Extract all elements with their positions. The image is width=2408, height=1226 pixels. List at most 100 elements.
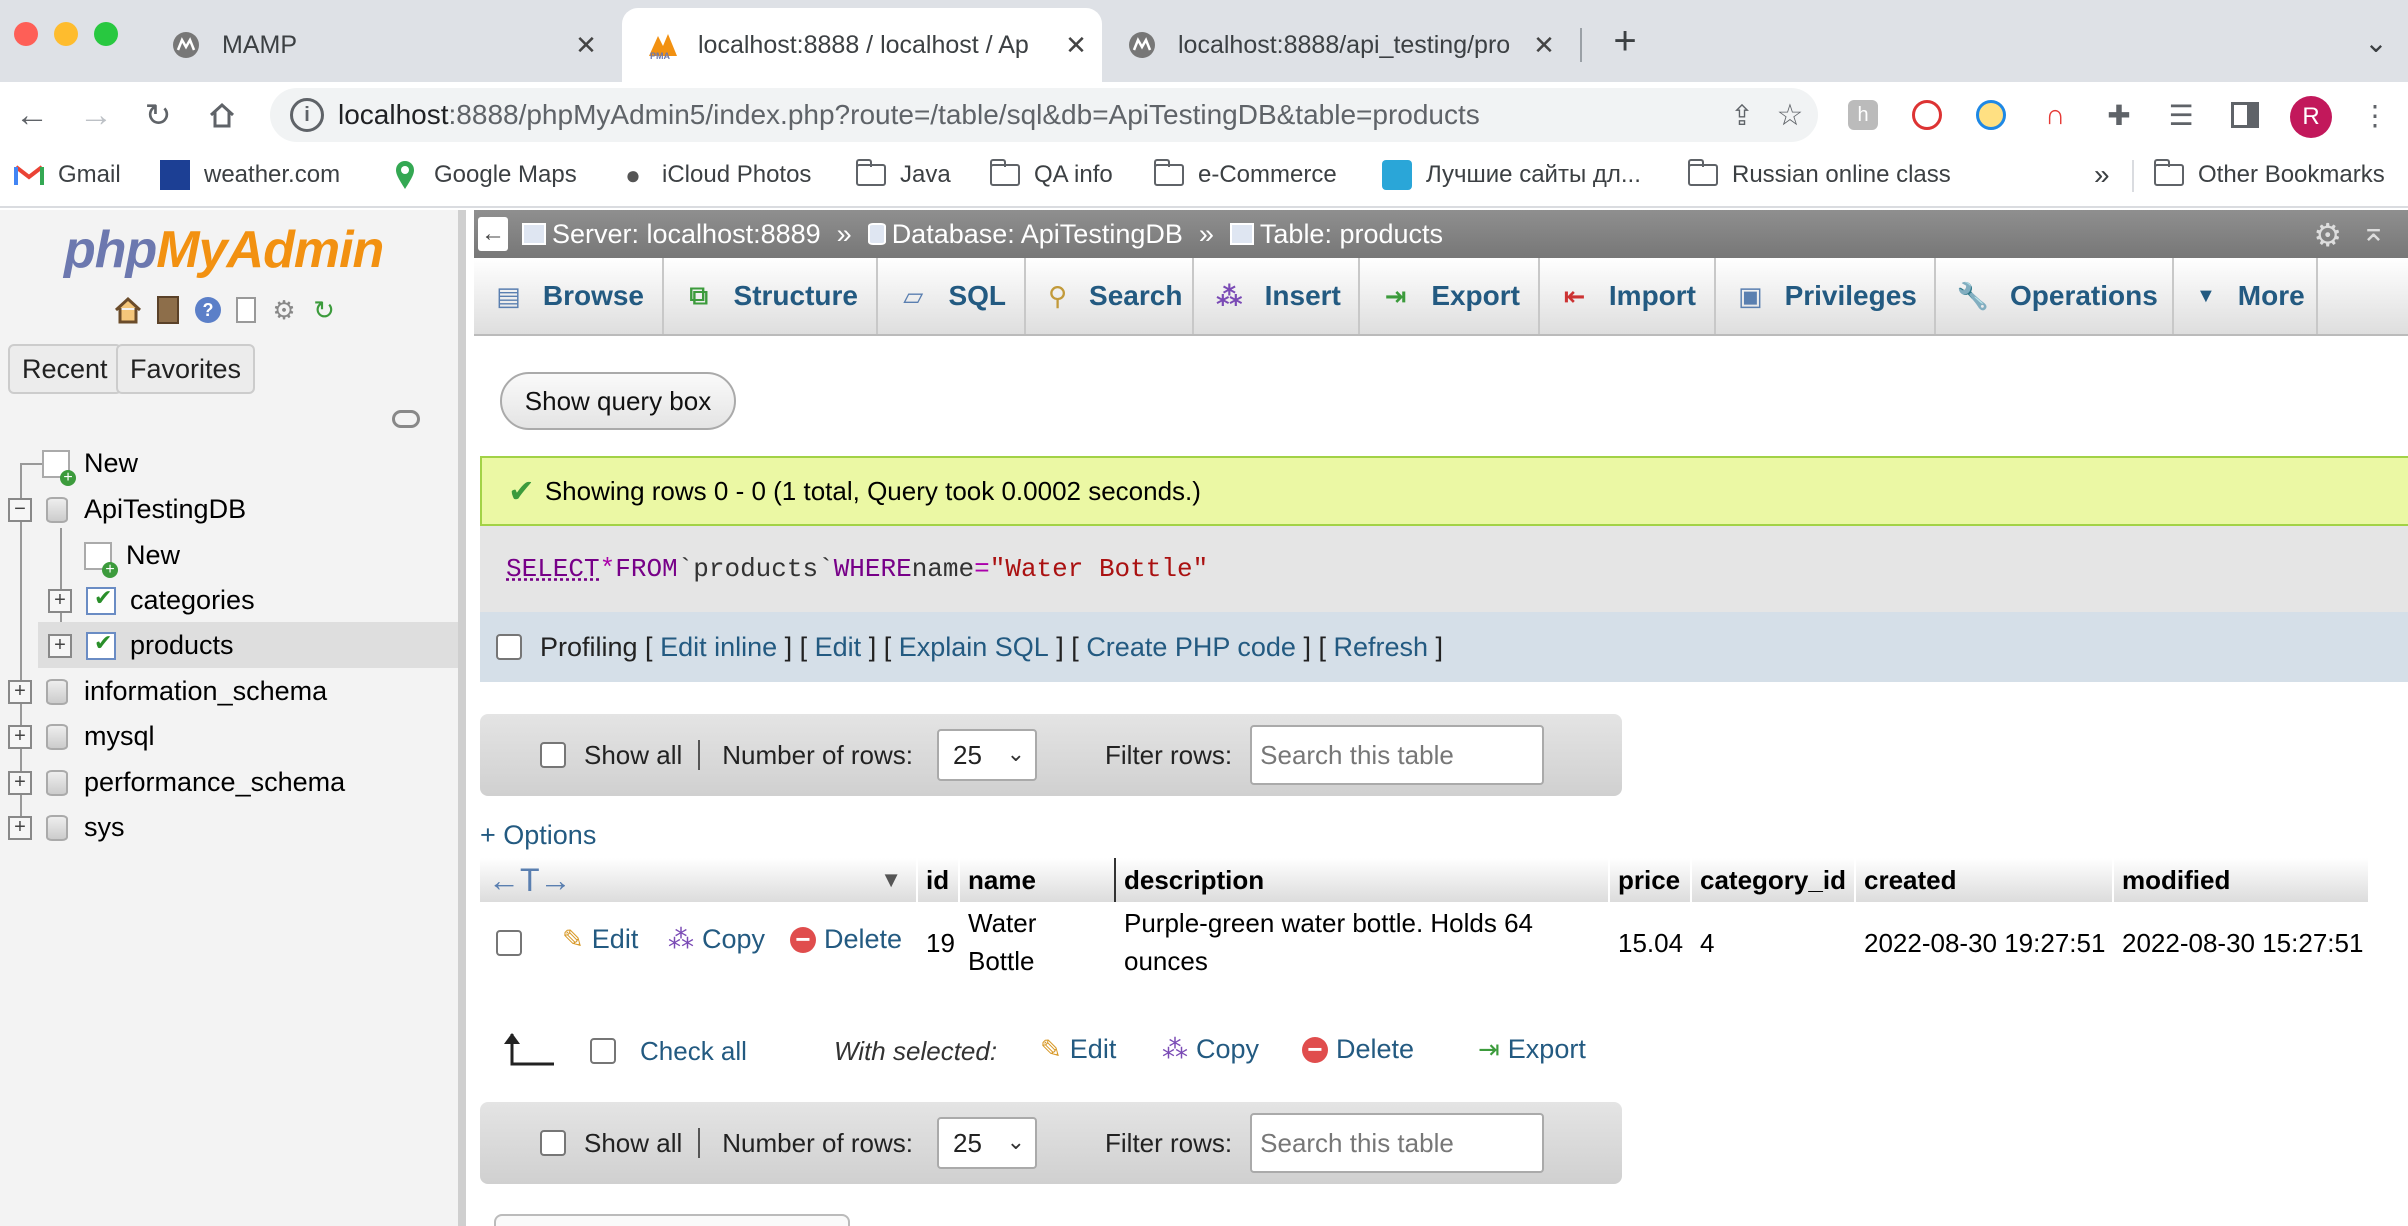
show-query-box-button[interactable]: Show query box [500, 372, 736, 430]
refresh-link[interactable]: Refresh [1333, 632, 1428, 663]
filter-rows-input[interactable]: Search this table [1250, 725, 1544, 785]
forward-arrow-icon[interactable]: → [70, 82, 122, 148]
cell-price[interactable]: 15.04 [1610, 924, 1683, 962]
home-icon[interactable] [112, 294, 144, 326]
cell-category-id[interactable]: 4 [1692, 924, 1714, 962]
rows-per-page-select[interactable]: 25 ⌄ [937, 1117, 1037, 1169]
breadcrumb-table[interactable]: Table: products [1230, 219, 1443, 250]
share-icon[interactable]: ⇪ [1722, 99, 1762, 132]
close-tab-icon[interactable]: ✕ [1058, 30, 1094, 61]
column-header-name[interactable]: name [960, 858, 1116, 902]
bulk-edit-button[interactable]: ✎ Edit [1040, 1034, 1116, 1065]
expand-icon[interactable]: + [8, 680, 32, 704]
tab-sql[interactable]: ▱ SQL [878, 258, 1026, 334]
tree-item-new[interactable]: New [42, 441, 138, 486]
expand-icon[interactable]: + [48, 634, 72, 658]
tab-operations[interactable]: 🔧 Operations [1936, 258, 2174, 334]
tab-search-chevron-icon[interactable]: ⌄ [2356, 22, 2396, 62]
favorite-tables-button[interactable]: Favorites [116, 344, 255, 394]
settings-gear-icon[interactable]: ⚙ [268, 294, 300, 326]
collapse-icon[interactable]: − [8, 498, 32, 522]
close-tab-icon[interactable]: ✕ [568, 30, 604, 61]
check-all-checkbox[interactable] [590, 1038, 616, 1064]
options-link[interactable]: + Options [480, 820, 596, 851]
cell-modified[interactable]: 2022-08-30 15:27:51 [2114, 924, 2363, 962]
bookmark-gmail[interactable]: Gmail [14, 148, 121, 202]
tab-structure[interactable]: ⧉ Structure [664, 258, 878, 334]
explain-sql-link[interactable]: Explain SQL [899, 632, 1049, 663]
show-all-checkbox[interactable] [540, 1130, 566, 1156]
tab-import[interactable]: ⇤ Import [1540, 258, 1716, 334]
address-bar[interactable]: i localhost:8888/phpMyAdmin5/index.php?r… [270, 88, 1818, 142]
edit-query-link[interactable]: Edit [815, 632, 862, 663]
cell-name-line1[interactable]: Water [960, 904, 1036, 942]
home-icon[interactable] [196, 82, 248, 148]
profiling-checkbox[interactable] [496, 634, 522, 660]
bookmark-weather[interactable]: weather.com [160, 148, 340, 202]
filter-rows-input[interactable]: Search this table [1250, 1113, 1544, 1173]
bookmark-star-icon[interactable]: ☆ [1762, 98, 1818, 133]
tab-api-testing[interactable]: localhost:8888/api_testing/pro ✕ [1116, 8, 1570, 82]
tree-item-performance-schema[interactable]: + performance_schema [8, 760, 345, 805]
logout-icon[interactable] [152, 294, 184, 326]
help-icon[interactable]: ? [192, 294, 224, 326]
breadcrumb-server[interactable]: Server: localhost:8889 [522, 219, 821, 250]
close-tab-icon[interactable]: ✕ [1526, 30, 1562, 61]
reload-icon[interactable]: ↻ [132, 82, 184, 148]
bulk-copy-button[interactable]: ⁂ Copy [1162, 1034, 1259, 1065]
browser-menu-icon[interactable]: ⋮ [2356, 96, 2394, 134]
expand-icon[interactable]: + [48, 589, 72, 613]
profile-avatar[interactable]: R [2290, 96, 2332, 138]
row-edit-link[interactable]: ✎ Edit [562, 924, 638, 955]
side-panel-icon[interactable] [2226, 96, 2264, 134]
sql-keyword-select[interactable]: SELECT [506, 554, 600, 584]
extension-h-icon[interactable]: h [1844, 96, 1882, 134]
link-with-main-panel-icon[interactable] [392, 410, 420, 428]
bookmark-google-maps[interactable]: Google Maps [390, 148, 577, 202]
reload-navigation-icon[interactable]: ↻ [308, 294, 340, 326]
breadcrumb-database[interactable]: Database: ApiTestingDB [868, 219, 1183, 250]
tab-insert[interactable]: ⁂ Insert [1194, 258, 1360, 334]
column-header-price[interactable]: price [1610, 858, 1692, 902]
bookmark-folder-russian-class[interactable]: Russian online class [1688, 148, 1951, 202]
cell-created[interactable]: 2022-08-30 19:27:51 [1856, 924, 2105, 962]
minimize-window-button[interactable] [54, 22, 78, 46]
collapse-navigation-arrow-icon[interactable]: ← [478, 217, 508, 251]
page-settings-gear-icon[interactable]: ⚙ [2313, 216, 2342, 254]
phpmyadmin-logo[interactable]: phpMyAdmin [64, 220, 383, 280]
expand-icon[interactable]: + [8, 771, 32, 795]
extension-magnet-icon[interactable]: ∩ [2036, 96, 2074, 134]
tree-item-products[interactable]: + products [48, 623, 234, 668]
cell-name-line2[interactable]: Bottle [960, 942, 1035, 980]
cell-id[interactable]: 19 [918, 924, 955, 962]
bulk-delete-button[interactable]: − Delete [1302, 1034, 1414, 1065]
tab-more[interactable]: ▼ More [2174, 258, 2318, 334]
column-header-description[interactable]: description [1116, 858, 1610, 902]
more-bookmarks-chevron[interactable]: » [2094, 148, 2110, 202]
tree-item-apitestingdb[interactable]: − ApiTestingDB [8, 487, 246, 532]
bulk-export-button[interactable]: ⇥ Export [1478, 1034, 1586, 1065]
documentation-icon[interactable] [230, 294, 262, 326]
tab-privileges[interactable]: ▣ Privileges [1716, 258, 1936, 334]
tree-item-categories[interactable]: + categories [48, 578, 255, 623]
sql-query-display[interactable]: SELECT * FROM `products` WHERE name = "Wat… [480, 526, 2408, 612]
cell-description-line2[interactable]: ounces [1116, 942, 1208, 980]
extension-compass-icon[interactable] [1972, 96, 2010, 134]
extensions-puzzle-icon[interactable]: ✚ [2100, 96, 2138, 134]
column-header-modified[interactable]: modified [2114, 858, 2370, 902]
back-arrow-icon[interactable]: ← [6, 82, 58, 148]
tree-item-information-schema[interactable]: + information_schema [8, 669, 327, 714]
check-all-link[interactable]: Check all [640, 1036, 747, 1067]
extension-play-icon[interactable] [1908, 96, 1946, 134]
recent-tables-button[interactable]: Recent [8, 344, 122, 394]
show-all-checkbox[interactable] [540, 742, 566, 768]
bookmark-other-folder[interactable]: Other Bookmarks [2154, 148, 2385, 202]
bookmark-best-sites[interactable]: Лучшие сайты дл... [1382, 148, 1641, 202]
tree-item-sys[interactable]: + sys [8, 805, 125, 850]
sort-caret-down-icon[interactable]: ▼ [880, 867, 902, 893]
row-select-checkbox[interactable] [496, 930, 522, 956]
site-info-icon[interactable]: i [290, 98, 324, 132]
tab-browse[interactable]: ▤ Browse [474, 258, 664, 334]
cell-description-line1[interactable]: Purple-green water bottle. Holds 64 [1116, 904, 1533, 942]
reading-list-icon[interactable]: ☰ [2162, 96, 2200, 134]
